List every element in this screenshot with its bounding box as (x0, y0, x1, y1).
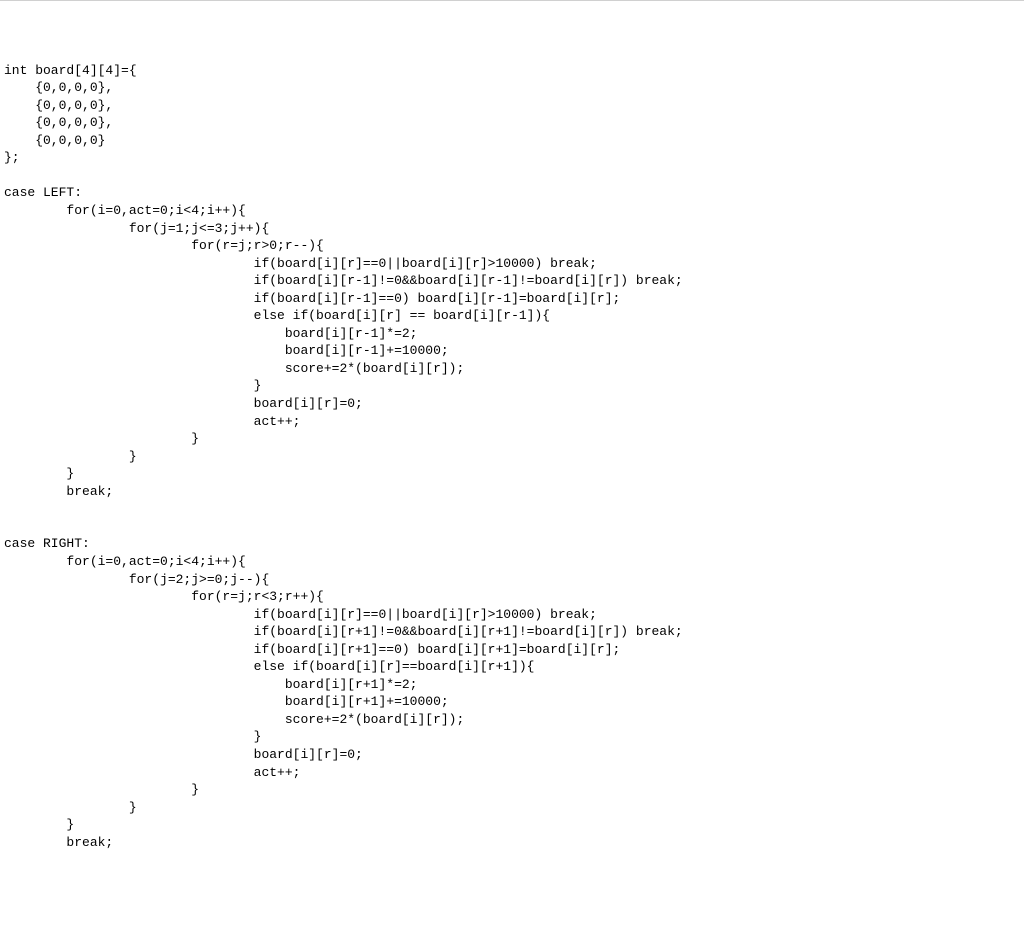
code-listing: int board[4][4]={ {0,0,0,0}, {0,0,0,0}, … (4, 62, 1016, 852)
